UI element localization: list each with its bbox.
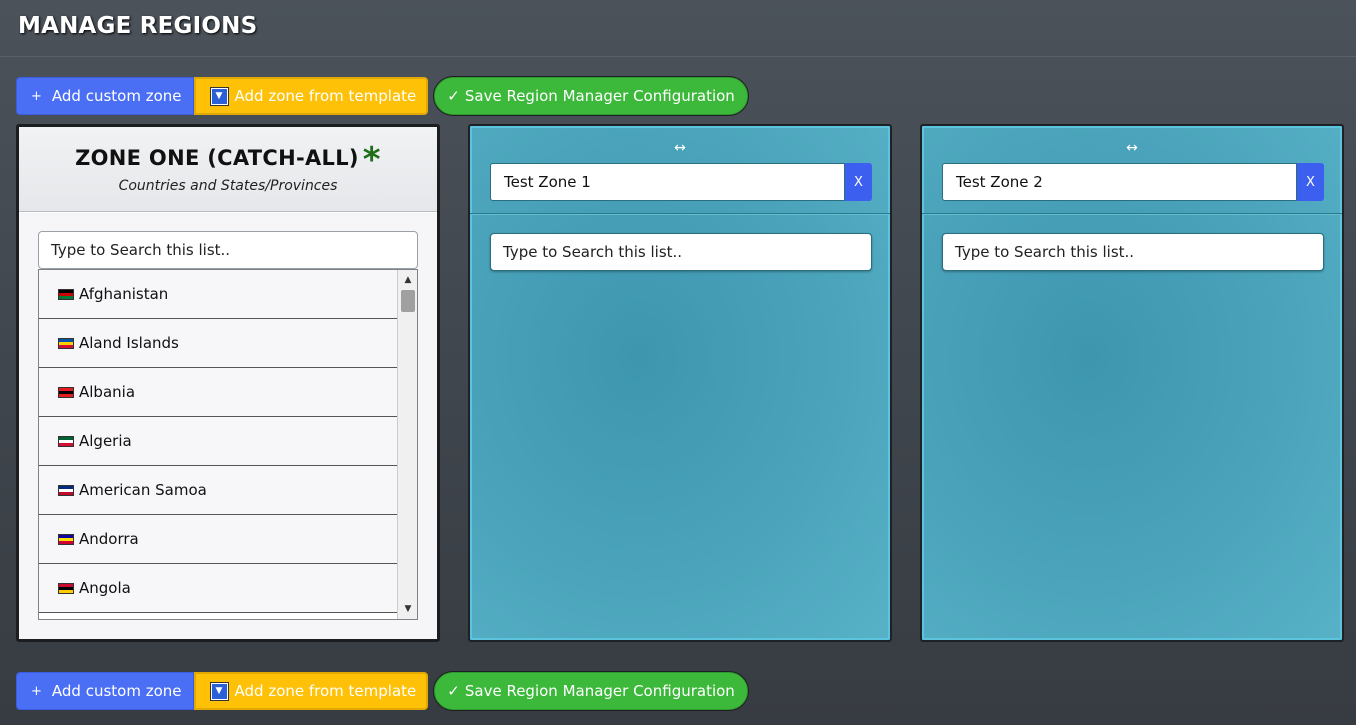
- zone-name-input[interactable]: Test Zone 2: [942, 163, 1297, 201]
- add-zone-from-template-button[interactable]: ▼ Add zone from template: [193, 672, 429, 710]
- save-configuration-button[interactable]: ✓ Save Region Manager Configuration: [434, 672, 748, 710]
- resize-icon[interactable]: ↔: [470, 140, 890, 156]
- zone-panel-test-zone-1: ↔ Test Zone 1 X Type to Search this list…: [468, 124, 892, 642]
- zone-name-input[interactable]: Test Zone 1: [490, 163, 845, 201]
- flag-icon: [58, 582, 74, 594]
- zone-header: ↔ Test Zone 1 X: [470, 126, 890, 214]
- delete-zone-button[interactable]: X: [845, 163, 872, 201]
- scroll-up-icon[interactable]: ▲: [398, 272, 417, 288]
- save-configuration-label: Save Region Manager Configuration: [464, 87, 735, 105]
- region-list-item[interactable]: Albania: [39, 368, 397, 417]
- flag-icon: [58, 386, 74, 398]
- flag-icon: [58, 337, 74, 349]
- delete-zone-button[interactable]: X: [1297, 163, 1324, 201]
- flag-icon: [58, 484, 74, 496]
- zone-one-region-list[interactable]: Afghanistan Aland Islands Albania Algeria Am…: [38, 269, 418, 620]
- zone-one-panel: ZONE ONE (CATCH-ALL) * Countries and Stat…: [16, 124, 440, 642]
- region-list-item-label: Aland Islands: [79, 334, 179, 352]
- region-list-item-label: Albania: [79, 383, 136, 401]
- toolbar-bottom: + Add custom zone ▼ Add zone from templa…: [16, 672, 748, 712]
- region-list-item-label: Angola: [79, 579, 131, 597]
- zone-one-header: ZONE ONE (CATCH-ALL) * Countries and Stat…: [19, 127, 437, 212]
- flag-icon: [58, 288, 74, 300]
- region-list-items: Afghanistan Aland Islands Albania Algeria Am…: [39, 270, 397, 613]
- add-custom-zone-button[interactable]: + Add custom zone: [16, 672, 194, 710]
- plus-icon: +: [31, 683, 42, 699]
- region-list-item[interactable]: Angola: [39, 564, 397, 613]
- save-configuration-label: Save Region Manager Configuration: [464, 682, 735, 700]
- region-list-item-label: Andorra: [79, 530, 139, 548]
- region-list-item[interactable]: American Samoa: [39, 466, 397, 515]
- check-icon: ✓: [447, 87, 460, 105]
- region-list-item-label: Algeria: [79, 432, 132, 450]
- region-list-item[interactable]: Algeria: [39, 417, 397, 466]
- region-list-item[interactable]: Afghanistan: [39, 270, 397, 319]
- scroll-down-icon[interactable]: ▼: [398, 601, 417, 617]
- add-zone-from-template-label: Add zone from template: [234, 682, 417, 700]
- region-list-scrollbar[interactable]: ▲ ▼: [397, 270, 417, 619]
- flag-icon: [58, 435, 74, 447]
- add-custom-zone-button[interactable]: + Add custom zone: [16, 77, 194, 115]
- zone-one-title-text: ZONE ONE (CATCH-ALL): [75, 146, 359, 170]
- zone-search-input[interactable]: Type to Search this list..: [942, 233, 1324, 271]
- dropdown-icon: ▼: [209, 86, 229, 106]
- zone-one-search-input[interactable]: Type to Search this list..: [38, 231, 418, 269]
- zone-one-title: ZONE ONE (CATCH-ALL) *: [19, 127, 437, 177]
- add-custom-zone-label: Add custom zone: [51, 87, 182, 105]
- page-title: MANAGE REGIONS: [18, 13, 258, 39]
- save-configuration-button[interactable]: ✓ Save Region Manager Configuration: [434, 77, 748, 115]
- region-list-item-label: Afghanistan: [79, 285, 169, 303]
- zone-one-body: Type to Search this list.. Afghanistan Al…: [19, 213, 437, 639]
- resize-icon[interactable]: ↔: [922, 140, 1342, 156]
- region-list-item[interactable]: Aland Islands: [39, 319, 397, 368]
- zone-search-input[interactable]: Type to Search this list..: [490, 233, 872, 271]
- toolbar-top: + Add custom zone ▼ Add zone from templa…: [16, 77, 748, 117]
- plus-icon: +: [31, 88, 42, 104]
- flag-icon: [58, 533, 74, 545]
- check-icon: ✓: [447, 682, 460, 700]
- asterisk-icon: *: [362, 140, 381, 180]
- add-custom-zone-label: Add custom zone: [51, 682, 182, 700]
- zone-panel-test-zone-2: ↔ Test Zone 2 X Type to Search this list…: [920, 124, 1344, 642]
- add-zone-from-template-button[interactable]: ▼ Add zone from template: [193, 77, 429, 115]
- dropdown-icon: ▼: [209, 681, 229, 701]
- add-zone-from-template-label: Add zone from template: [234, 87, 417, 105]
- region-list-item[interactable]: Andorra: [39, 515, 397, 564]
- scroll-thumb[interactable]: [401, 290, 415, 312]
- region-list-item-label: American Samoa: [79, 481, 207, 499]
- zone-one-subtitle: Countries and States/Provinces: [118, 178, 338, 194]
- title-divider: [0, 56, 1356, 57]
- zone-header: ↔ Test Zone 2 X: [922, 126, 1342, 214]
